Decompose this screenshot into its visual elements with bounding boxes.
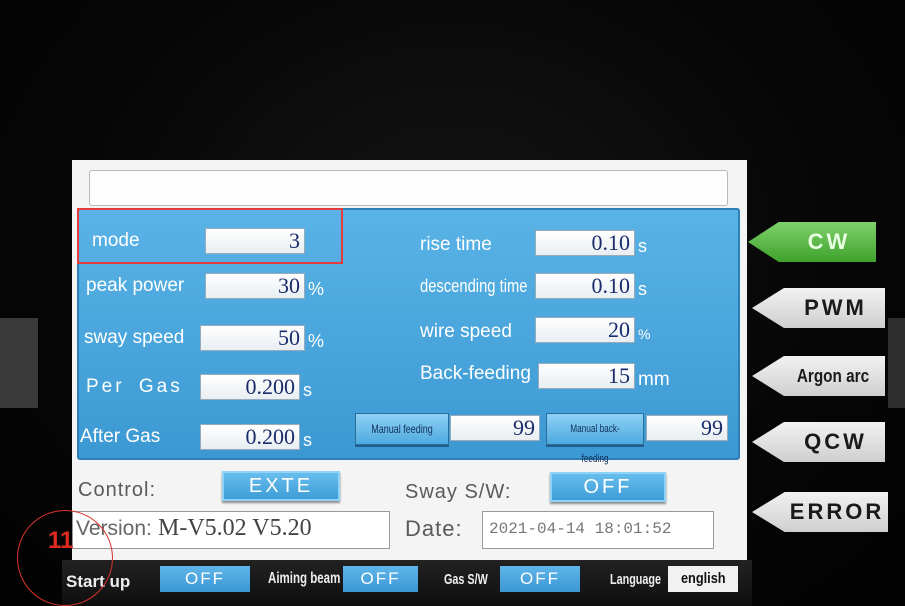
sway-speed-label: sway speed: [84, 327, 185, 348]
per-gas-label: Per Gas: [86, 376, 183, 397]
manual-feeding-button[interactable]: Manual feeding: [355, 413, 449, 445]
language-value: english: [680, 570, 726, 587]
rise-time-value[interactable]: 0.10: [535, 230, 635, 256]
wire-speed-label: wire speed: [420, 321, 512, 342]
sway-sw-label: Sway S/W:: [405, 481, 512, 503]
version-value: M-V5.02 V5.20: [158, 515, 312, 541]
tab-qcw-label: QCW: [804, 429, 867, 454]
language-select[interactable]: english: [668, 566, 738, 592]
manual-back-feeding-button[interactable]: Manual back-feeding: [546, 413, 644, 465]
manual-feeding-value[interactable]: 99: [450, 415, 540, 441]
per-gas-value[interactable]: 0.200: [200, 374, 300, 400]
tab-argon-arc-label: Argon arc: [796, 366, 870, 386]
sway-speed-unit: %: [308, 331, 325, 351]
start-up-toggle[interactable]: OFF: [160, 566, 250, 592]
gas-sw-toggle[interactable]: OFF: [500, 566, 580, 592]
date-label: Date:: [405, 516, 463, 541]
sway-sw-toggle[interactable]: OFF: [550, 472, 666, 502]
gas-sw-label: Gas S/W: [444, 571, 488, 588]
rise-time-unit: s: [638, 236, 647, 256]
aiming-beam-label: Aiming beam: [268, 570, 341, 587]
date-value: 2021-04-14 18:01:52: [489, 520, 672, 538]
back-feeding-label: Back-feeding: [420, 363, 531, 384]
after-gas-unit: s: [303, 430, 312, 450]
title-bar: [89, 170, 728, 206]
wire-speed-unit: %: [638, 326, 651, 342]
control-label: Control:: [78, 479, 157, 501]
rise-time-label: rise time: [420, 234, 492, 255]
language-label: Language: [610, 571, 662, 588]
control-toggle[interactable]: EXTE: [222, 471, 340, 501]
tab-pwm-label: PWM: [804, 295, 867, 320]
mode-highlight-box: [77, 208, 343, 264]
tab-error-label: ERROR: [789, 499, 885, 524]
bezel-side-right: [888, 318, 905, 408]
per-gas-unit: s: [303, 380, 312, 400]
wire-speed-value[interactable]: 20: [535, 317, 635, 343]
descending-time-label: descending time: [420, 276, 528, 296]
bezel-side-left: [0, 318, 38, 408]
after-gas-label: After Gas: [80, 426, 161, 447]
peak-power-value[interactable]: 30: [205, 273, 305, 299]
back-feeding-value[interactable]: 15: [538, 363, 635, 389]
annotation-number: 11: [48, 527, 74, 554]
back-feeding-unit: mm: [638, 369, 670, 390]
peak-power-unit: %: [308, 279, 325, 299]
sway-speed-value[interactable]: 50: [200, 325, 305, 351]
manual-back-feeding-value[interactable]: 99: [646, 415, 728, 441]
peak-power-label: peak power: [86, 275, 185, 296]
descending-time-unit: s: [638, 279, 647, 299]
descending-time-value[interactable]: 0.10: [535, 273, 635, 299]
after-gas-value[interactable]: 0.200: [200, 424, 300, 450]
tab-cw-label: CW: [807, 229, 851, 254]
annotation-circle: [17, 510, 113, 606]
aiming-beam-toggle[interactable]: OFF: [343, 566, 418, 592]
